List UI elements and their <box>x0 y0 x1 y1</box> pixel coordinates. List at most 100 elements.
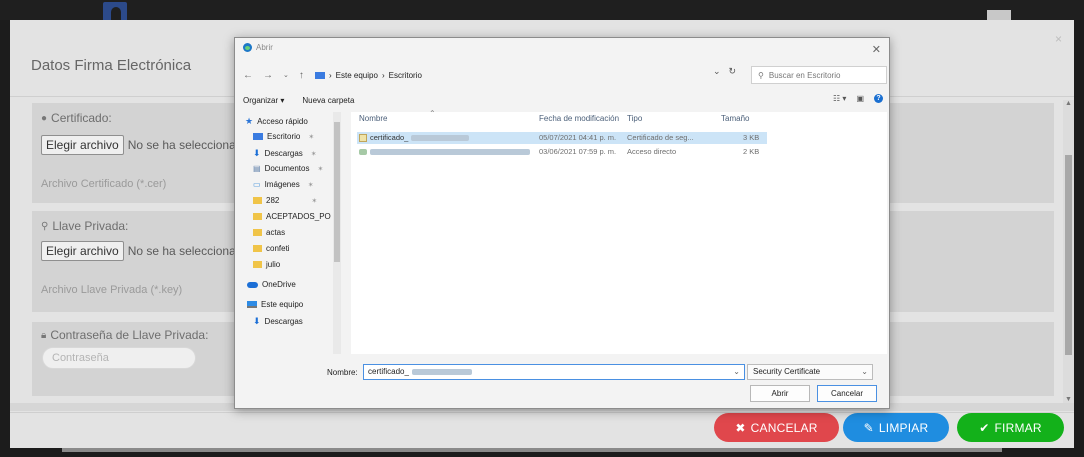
file-row-certificate[interactable]: certificado_ 05/07/2021 04:41 p. m. Cert… <box>357 132 767 144</box>
help-icon[interactable]: ? <box>874 94 883 103</box>
modal-footer: ✖ CANCELAR ✎ LIMPIAR ✔ FIRMAR <box>10 412 1074 448</box>
filename-input[interactable]: certificado_ ⌄ <box>363 364 745 380</box>
redacted-block <box>411 368 472 375</box>
search-icon: ⚲ <box>758 70 764 80</box>
nav-images[interactable]: ▭ Imágenes ✶ <box>253 180 314 189</box>
folder-icon <box>253 261 262 268</box>
file-row-shortcut[interactable]: 03/06/2021 07:59 p. m. Acceso directo 2 … <box>357 146 767 158</box>
nav-pane-scrollbar[interactable] <box>333 112 341 354</box>
nav-item-label: Escritorio <box>267 132 301 141</box>
file-size: 3 KB <box>743 133 760 142</box>
breadcrumb-desktop[interactable]: Escritorio <box>389 71 422 80</box>
up-icon[interactable]: ↑ <box>299 70 304 81</box>
check-icon: ✔ <box>979 420 990 435</box>
column-date[interactable]: Fecha de modificación <box>539 114 619 123</box>
desktop-folder-icon <box>253 133 263 140</box>
nav-documents[interactable]: ▤ Documentos ✶ <box>253 164 323 173</box>
recent-chevron-icon[interactable]: ⌄ <box>283 71 289 79</box>
address-bar[interactable]: › Este equipo › Escritorio <box>315 66 713 84</box>
breadcrumb-sep-icon: › <box>329 70 332 80</box>
pin-icon: ✶ <box>308 133 315 141</box>
documents-icon: ▤ <box>253 164 261 173</box>
cancel-button[interactable]: ✖ CANCELAR <box>714 413 839 442</box>
cancel-button-label: CANCELAR <box>750 420 818 435</box>
close-icon[interactable]: × <box>1055 32 1062 46</box>
filename-value: certificado_ <box>368 367 409 376</box>
scroll-down-icon[interactable]: ▼ <box>1065 396 1072 403</box>
key-icon: ⚲ <box>41 220 49 232</box>
file-type-filter[interactable]: Security Certificate ⌄ <box>747 364 873 380</box>
nav-item-label: actas <box>266 228 286 237</box>
nav-desktop[interactable]: Escritorio ✶ <box>253 132 314 141</box>
view-options-icon[interactable]: ☷ ▾ <box>833 94 846 103</box>
preview-pane-icon[interactable]: ▣ <box>856 94 864 103</box>
dialog-cancel-button[interactable]: Cancelar <box>817 385 877 402</box>
sign-button-label: FIRMAR <box>994 420 1042 435</box>
scroll-up-icon[interactable]: ▲ <box>1065 100 1072 107</box>
password-label: 🔒︎ Contraseña de Llave Privada: <box>41 328 208 342</box>
clear-button[interactable]: ✎ LIMPIAR <box>843 413 949 442</box>
nav-folder-confeti[interactable]: confeti <box>253 244 290 253</box>
nav-downloads[interactable]: ⬇ Descargas ✶ <box>253 148 317 159</box>
private-key-file-row: Elegir archivo No se ha seleccionado <box>41 241 249 261</box>
address-dropdown-icon[interactable]: ⌄ <box>713 66 721 77</box>
menu-button[interactable] <box>987 10 1011 20</box>
nav-scroll-thumb[interactable] <box>334 122 340 262</box>
column-type[interactable]: Tipo <box>627 114 642 123</box>
nav-folder-actas[interactable]: actas <box>253 228 285 237</box>
organize-button[interactable]: Organizar ▾ <box>243 96 284 105</box>
refresh-icon[interactable]: ↻ <box>729 66 737 77</box>
search-input[interactable]: ⚲ Buscar en Escritorio <box>751 66 887 84</box>
back-icon[interactable]: ← <box>243 70 253 81</box>
x-icon: ✖ <box>735 420 746 435</box>
file-type: Certificado de seg... <box>627 133 694 142</box>
choose-certificate-button[interactable]: Elegir archivo <box>41 135 124 155</box>
nav-folder-282[interactable]: 282 ✶ <box>253 196 317 205</box>
forward-icon[interactable]: → <box>263 70 273 81</box>
nav-this-pc[interactable]: Este equipo <box>247 300 303 309</box>
open-button[interactable]: Abrir <box>750 385 810 402</box>
lock-icon: 🔒︎ <box>41 329 47 341</box>
search-placeholder: Buscar en Escritorio <box>768 70 841 80</box>
nav-item-label: OneDrive <box>262 280 296 289</box>
dialog-close-icon[interactable]: ✕ <box>872 43 881 56</box>
sign-button[interactable]: ✔ FIRMAR <box>957 413 1064 442</box>
certificate-icon: ● <box>41 112 48 124</box>
folder-icon <box>253 229 262 236</box>
nav-folder-julio[interactable]: julio <box>253 260 280 269</box>
redacted-block <box>411 135 470 142</box>
images-icon: ▭ <box>253 180 261 189</box>
private-key-label-text: Llave Privada: <box>52 219 129 233</box>
certificate-file-status: No se ha seleccionado <box>127 138 250 152</box>
star-icon: ★ <box>245 116 254 126</box>
dialog-titlebar: Abrir <box>243 43 273 52</box>
certificate-file-row: Elegir archivo No se ha seleccionado <box>41 135 249 155</box>
choose-key-button[interactable]: Elegir archivo <box>41 241 124 261</box>
nav-onedrive[interactable]: OneDrive <box>247 280 296 289</box>
nav-downloads-pc[interactable]: ⬇ Descargas <box>253 316 303 327</box>
private-key-hint: Archivo Llave Privada (*.key) <box>41 284 183 296</box>
password-input[interactable]: Contraseña <box>42 347 196 369</box>
scroll-thumb[interactable] <box>1065 155 1072 355</box>
private-key-label: ⚲ Llave Privada: <box>41 219 128 233</box>
new-folder-button[interactable]: Nueva carpeta <box>302 96 354 105</box>
nav-quick-access[interactable]: ★ Acceso rápido <box>245 116 308 127</box>
file-type-filter-value: Security Certificate <box>753 367 821 376</box>
filename-dropdown-icon[interactable]: ⌄ <box>733 365 740 379</box>
top-bar <box>0 0 1084 20</box>
certificate-file-icon <box>359 134 367 143</box>
dialog-toolbar: Organizar ▾ Nueva carpeta ☷ ▾ ▣ ? <box>243 94 883 106</box>
clear-button-label: LIMPIAR <box>878 420 929 435</box>
filename-row: Nombre: certificado_ ⌄ Security Certific… <box>243 364 883 382</box>
file-name-cell: certificado_ <box>359 133 470 143</box>
file-type: Acceso directo <box>627 147 677 156</box>
dialog-nav-row: ← → ⌄ ↑ › Este equipo › Escritorio ⌄ ↻ ⚲… <box>243 66 887 84</box>
navigation-pane: ★ Acceso rápido Escritorio ✶ ⬇ Descargas… <box>243 112 347 354</box>
breadcrumb-this-pc[interactable]: Este equipo <box>336 71 378 80</box>
nav-folder-aceptados[interactable]: ACEPTADOS_PO <box>253 212 331 221</box>
column-name[interactable]: Nombre <box>359 114 387 123</box>
download-icon: ⬇ <box>253 148 261 158</box>
column-size[interactable]: Tamaño <box>721 114 749 123</box>
pin-icon: ✶ <box>307 181 314 189</box>
vertical-scrollbar[interactable]: ▲ ▼ <box>1063 100 1074 403</box>
